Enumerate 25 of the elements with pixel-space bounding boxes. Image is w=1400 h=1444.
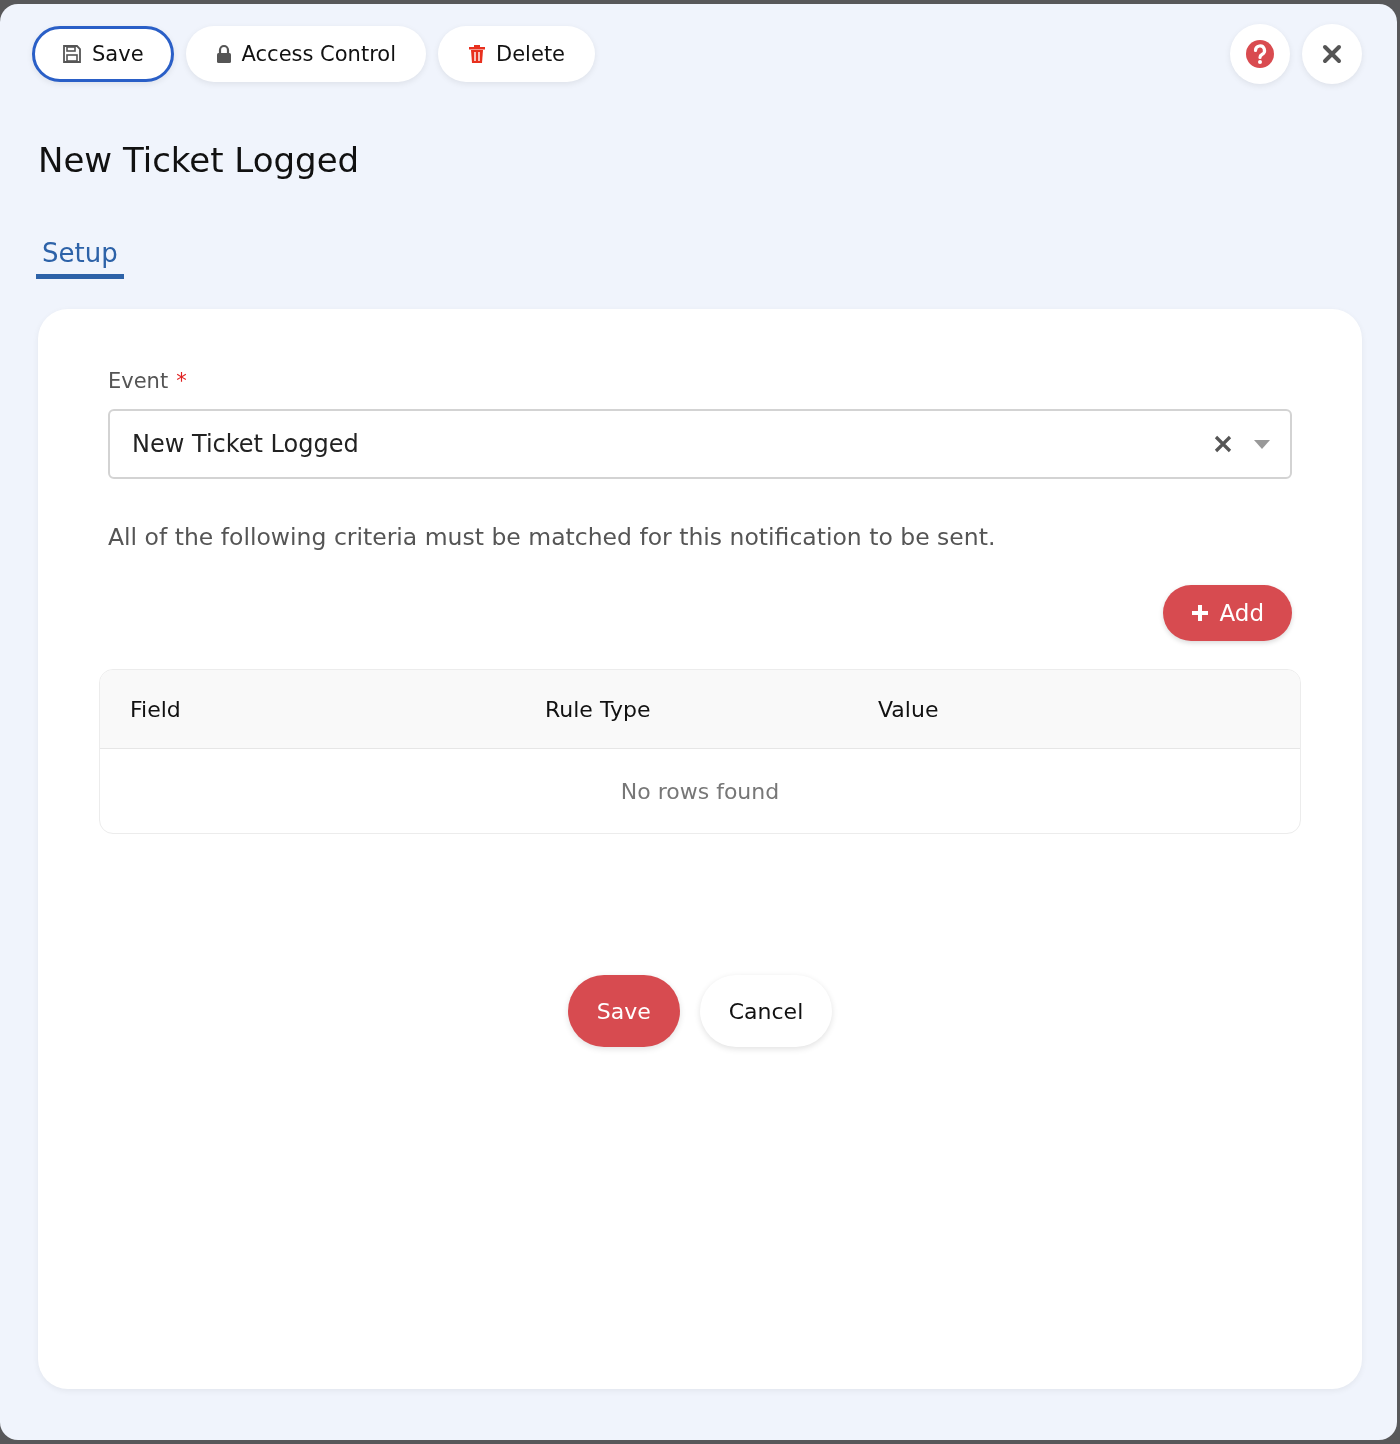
- column-header: Field: [130, 696, 182, 722]
- plus-icon: [1191, 604, 1210, 622]
- tab[interactable]: Setup: [36, 238, 124, 279]
- add-button[interactable]: Add: [1163, 585, 1292, 641]
- lock-icon: [215, 44, 232, 64]
- help-button[interactable]: [1230, 24, 1290, 84]
- close-button[interactable]: [1302, 24, 1362, 84]
- save-button[interactable]: Save: [32, 26, 174, 82]
- lock-button[interactable]: Access Control: [185, 26, 427, 82]
- criteria-text: All of the following criteria must be matched for this notification to be sent.: [108, 523, 997, 551]
- event-select[interactable]: New Ticket Logged: [108, 409, 1292, 479]
- cancel-button[interactable]: Cancel: [699, 975, 833, 1047]
- trash-icon: [468, 44, 487, 64]
- help-icon: [1245, 39, 1275, 69]
- required-mark: *: [176, 369, 187, 393]
- field-label: Event: [108, 369, 169, 393]
- page-title: New Ticket Logged: [38, 140, 361, 180]
- save-button[interactable]: Save: [567, 975, 680, 1047]
- column-header: Rule Type: [545, 696, 652, 722]
- dropdown-caret-icon[interactable]: [1254, 439, 1270, 449]
- delete-button[interactable]: Delete: [438, 26, 596, 82]
- column-header: Value: [878, 696, 940, 722]
- empty-message: No rows found: [620, 778, 780, 804]
- clear-icon[interactable]: [1214, 435, 1232, 453]
- close-icon: [1322, 44, 1342, 64]
